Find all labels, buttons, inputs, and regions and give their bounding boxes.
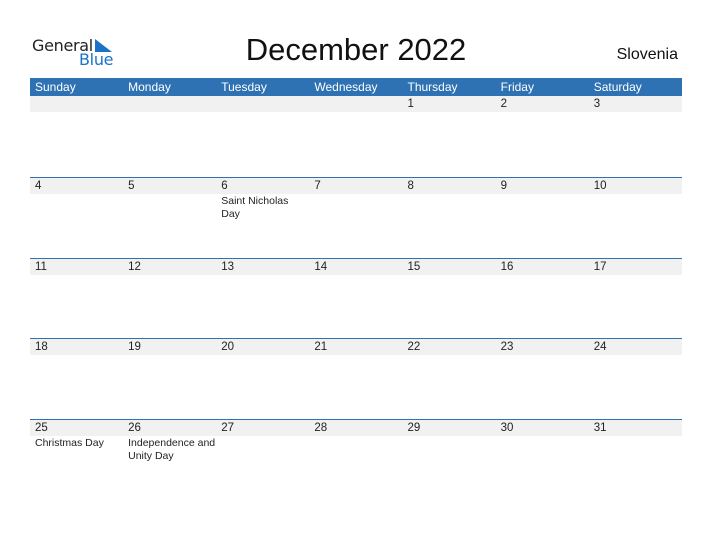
day-number: 1 xyxy=(407,98,414,110)
events-row xyxy=(30,355,682,356)
day-number: 20 xyxy=(221,341,235,353)
holiday-label xyxy=(309,275,402,276)
day-number: 15 xyxy=(407,260,421,273)
day-number: 5 xyxy=(128,180,135,192)
date-band: 4 5 6 7 8 9 10 xyxy=(30,178,682,194)
day-number: 13 xyxy=(221,260,235,273)
holiday-label xyxy=(123,275,216,276)
day-number: 12 xyxy=(128,260,141,273)
weekday-friday: Friday xyxy=(500,80,534,94)
date-band: 11 12 13 14 15 16 17 xyxy=(30,258,682,275)
holiday-label xyxy=(403,355,496,356)
weekday-saturday: Saturday xyxy=(593,80,642,94)
holiday-label: Saint Nicholas Day xyxy=(221,195,289,220)
day-number: 3 xyxy=(593,98,601,110)
date-band: 25 26 27 28 29 30 31 xyxy=(30,419,682,436)
events-row: Saint Nicholas Day xyxy=(30,194,682,221)
week-row: 25 26 27 28 29 30 31 Christmas Day Independence … xyxy=(30,418,682,500)
day-number: 30 xyxy=(500,421,514,434)
holiday-label xyxy=(123,355,216,356)
week-row: 1 2 3 xyxy=(30,96,682,177)
events-row xyxy=(30,275,682,276)
day-number: 4 xyxy=(35,180,42,192)
weekday-sunday: Sunday xyxy=(35,80,76,94)
holiday-label xyxy=(309,355,402,356)
day-number: 7 xyxy=(314,180,321,192)
holiday-label xyxy=(589,112,682,113)
day-number: 8 xyxy=(407,180,414,192)
calendar-title: December 2022 xyxy=(245,32,467,67)
holiday-label xyxy=(123,194,216,221)
holiday-label xyxy=(309,112,402,113)
day-number: 21 xyxy=(314,341,328,353)
day-number xyxy=(30,96,123,112)
holiday-label xyxy=(589,275,682,276)
holiday-label xyxy=(403,275,496,276)
week-row: 4 5 6 7 8 9 10 Saint Nicholas Day xyxy=(30,177,682,258)
holiday-label xyxy=(403,194,496,221)
holiday-label: Christmas Day xyxy=(35,436,104,449)
holiday-label xyxy=(496,355,589,356)
day-number: 11 xyxy=(35,260,47,273)
day-number: 28 xyxy=(314,421,328,434)
holiday-label xyxy=(216,112,309,113)
day-number: 16 xyxy=(500,260,514,273)
day-number: 26 xyxy=(128,421,141,434)
date-band: 1 2 3 xyxy=(30,96,682,112)
country-label: Slovenia xyxy=(616,46,678,63)
weekday-wednesday: Wednesday xyxy=(314,80,378,94)
day-number: 6 xyxy=(221,180,228,192)
holiday-label xyxy=(496,194,589,221)
weekday-header: Sunday Monday Tuesday Wednesday Thursday… xyxy=(30,78,682,96)
weekday-tuesday: Tuesday xyxy=(221,80,267,94)
day-number xyxy=(123,96,216,112)
day-number: 29 xyxy=(407,421,421,434)
day-number: 17 xyxy=(593,260,607,273)
day-number xyxy=(216,96,309,112)
day-number: 18 xyxy=(35,341,48,353)
holiday-label xyxy=(496,436,589,463)
day-number: 25 xyxy=(35,421,48,434)
day-number: 14 xyxy=(314,260,328,273)
holiday-label: Independence and Unity Day xyxy=(128,436,216,462)
day-number: 9 xyxy=(500,180,508,192)
holiday-label xyxy=(216,275,309,276)
events-row: Christmas Day Independence and Unity Day xyxy=(30,436,682,463)
holiday-label xyxy=(496,275,589,276)
day-number: 27 xyxy=(221,421,235,434)
holiday-label xyxy=(496,112,589,113)
holiday-label xyxy=(216,355,309,356)
day-number: 10 xyxy=(593,180,607,192)
day-number: 23 xyxy=(500,341,514,353)
holiday-label xyxy=(123,112,216,113)
day-number: 31 xyxy=(593,421,607,434)
day-number xyxy=(309,96,402,112)
holiday-label xyxy=(589,194,682,221)
holiday-label xyxy=(30,355,123,356)
calendar-grid: Sunday Monday Tuesday Wednesday Thursday… xyxy=(30,78,682,499)
day-number: 22 xyxy=(407,341,421,353)
holiday-label xyxy=(589,355,682,356)
holiday-label xyxy=(30,275,123,276)
holiday-label xyxy=(309,436,402,463)
holiday-label xyxy=(403,436,496,463)
weekday-monday: Monday xyxy=(128,80,171,94)
week-row: 18 19 20 21 22 23 24 xyxy=(30,338,682,419)
holiday-label xyxy=(309,194,402,221)
week-row: 11 12 13 14 15 16 17 xyxy=(30,257,682,339)
holiday-label xyxy=(30,112,123,113)
date-band: 18 19 20 21 22 23 24 xyxy=(30,339,682,355)
events-row xyxy=(30,112,682,113)
weekday-thursday: Thursday xyxy=(407,80,458,94)
day-number: 19 xyxy=(128,341,141,353)
holiday-label xyxy=(30,194,123,221)
day-number: 2 xyxy=(500,98,508,110)
holiday-label xyxy=(589,436,682,463)
holiday-label xyxy=(216,436,309,463)
day-number: 24 xyxy=(593,341,607,353)
holiday-label xyxy=(403,112,496,113)
